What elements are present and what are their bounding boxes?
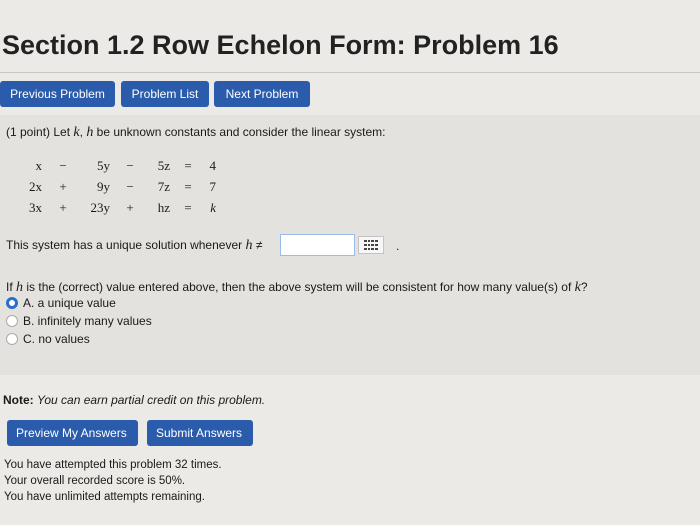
- eq1-equals: =: [184, 158, 192, 173]
- unique-var-h: h: [245, 238, 253, 253]
- option-b-radio[interactable]: [6, 315, 18, 327]
- score-status: Your overall recorded score is 50%.: [4, 475, 186, 487]
- option-b-label[interactable]: B. infinitely many values: [23, 314, 152, 328]
- problem-list-button[interactable]: Problem List: [121, 81, 209, 107]
- option-a-radio[interactable]: [6, 297, 18, 309]
- eq3-rhs: k: [210, 200, 216, 215]
- option-c-label[interactable]: C. no values: [23, 332, 90, 346]
- previous-problem-button[interactable]: Previous Problem: [0, 81, 115, 107]
- h-answer-input[interactable]: [280, 234, 355, 256]
- eq2-rhs: 7: [209, 179, 217, 194]
- var-h: h: [86, 125, 94, 140]
- attempts-status: You have attempted this problem 32 times…: [4, 459, 222, 471]
- points-label: (1 point): [6, 125, 51, 139]
- submit-answers-button[interactable]: Submit Answers: [147, 420, 253, 446]
- eq1-op2: −: [126, 158, 134, 173]
- problem-intro: (1 point) Let k, h be unknown constants …: [6, 125, 386, 141]
- header-divider: [0, 72, 700, 73]
- equation-editor-button[interactable]: [358, 236, 384, 254]
- eq1-term-y: 5y: [97, 158, 110, 173]
- unique-prefix: This system has a unique solution whenev…: [6, 238, 243, 252]
- cq-suffix: ?: [580, 280, 588, 294]
- note-label: Note:: [3, 393, 34, 407]
- eq2-op2: −: [126, 179, 134, 194]
- eq1-op1: −: [59, 158, 67, 173]
- eq1-term-x: x: [35, 158, 43, 173]
- eq2-term-z: 7z: [157, 179, 170, 194]
- eq1-term-z: 5z: [157, 158, 170, 173]
- eq2-term-x: 2x: [29, 179, 42, 194]
- next-problem-button[interactable]: Next Problem: [214, 81, 310, 107]
- eq2-term-y: 9y: [97, 179, 110, 194]
- intro-suffix: be unknown constants and consider the li…: [96, 125, 386, 139]
- eq2-equals: =: [184, 179, 192, 194]
- eq2-op1: +: [59, 179, 67, 194]
- partial-credit-note: Note: You can earn partial credit on thi…: [3, 393, 265, 407]
- cq-mid: is the (correct) value entered above, th…: [26, 280, 572, 294]
- intro-prefix: Let: [53, 125, 71, 139]
- option-c-radio[interactable]: [6, 333, 18, 345]
- consistency-question: If h is the (correct) value entered abov…: [6, 280, 588, 296]
- page-title: Section 1.2 Row Echelon Form: Problem 16: [2, 30, 559, 60]
- neq-symbol: ≠: [255, 238, 263, 252]
- answer-period: .: [396, 239, 400, 253]
- remaining-status: You have unlimited attempts remaining.: [4, 491, 205, 503]
- grid-icon: [364, 240, 378, 250]
- eq3-op1: +: [59, 200, 67, 215]
- preview-answers-button[interactable]: Preview My Answers: [7, 420, 138, 446]
- eq3-term-z: hz: [157, 200, 170, 215]
- eq3-equals: =: [184, 200, 192, 215]
- eq3-term-y: 23y: [90, 200, 111, 215]
- intro-comma: ,: [79, 125, 83, 139]
- unique-solution-question: This system has a unique solution whenev…: [6, 238, 262, 254]
- eq3-op2: +: [126, 200, 134, 215]
- note-text: You can earn partial credit on this prob…: [37, 393, 266, 407]
- eq3-term-x: 3x: [29, 200, 42, 215]
- eq1-rhs: 4: [209, 158, 217, 173]
- cq-prefix: If: [6, 280, 13, 294]
- cq-var-h: h: [16, 280, 24, 295]
- option-a-label[interactable]: A. a unique value: [23, 296, 116, 310]
